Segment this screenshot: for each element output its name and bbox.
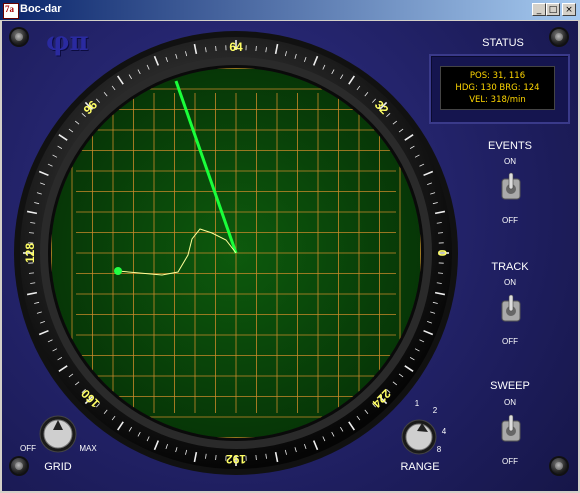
grid-off-label: OFF xyxy=(20,444,36,453)
status-title: STATUS xyxy=(482,37,524,49)
grid-knob[interactable] xyxy=(38,414,78,454)
range-option-1[interactable]: 1 xyxy=(412,399,422,408)
range-option-8[interactable]: 8 xyxy=(434,445,444,454)
status-velocity: VEL: 318/min xyxy=(469,95,526,105)
status-display: POS: 31, 116 HDG: 130 BRG: 124 VEL: 318/… xyxy=(440,66,555,110)
range-label: RANGE xyxy=(400,461,440,473)
close-button[interactable]: × xyxy=(562,3,576,16)
title-bar[interactable]: 7a Boc-dar _ □ × xyxy=(0,0,580,20)
radar-panel: φπ 64 32 0 224 192 160 128 96 STATUS POS… xyxy=(2,21,578,491)
range-option-4[interactable]: 4 xyxy=(439,427,449,436)
events-off-label: OFF xyxy=(502,216,518,225)
status-heading: HDG: 130 BRG: 124 xyxy=(455,83,540,93)
grid-label: GRID xyxy=(44,461,72,473)
maximize-button[interactable]: □ xyxy=(546,3,560,16)
events-toggle[interactable] xyxy=(500,171,522,205)
compass-label: 128 xyxy=(23,243,37,263)
track-off-label: OFF xyxy=(502,337,518,346)
sweep-off-label: OFF xyxy=(502,457,518,466)
screw-icon xyxy=(551,29,567,45)
sweep-on-label: ON xyxy=(504,398,516,407)
status-position: POS: 31, 116 xyxy=(469,71,526,81)
range-option-2[interactable]: 2 xyxy=(430,406,440,415)
track-label: TRACK xyxy=(491,261,529,273)
compass-label: 64 xyxy=(229,40,243,54)
compass-label: 0 xyxy=(435,250,449,257)
compass-label: 192 xyxy=(226,452,246,466)
app-icon[interactable]: 7a xyxy=(3,3,19,19)
target-blip xyxy=(114,267,122,275)
screw-icon xyxy=(551,458,567,474)
events-label: EVENTS xyxy=(487,140,532,152)
app-window: 7a Boc-dar _ □ × φπ 64 32 0 224 192 160 … xyxy=(0,0,580,493)
events-on-label: ON xyxy=(504,157,516,166)
sweep-toggle[interactable] xyxy=(500,413,522,447)
window-title: Boc-dar xyxy=(20,3,62,15)
status-box: POS: 31, 116 HDG: 130 BRG: 124 VEL: 318/… xyxy=(429,54,570,124)
grid-max-label: MAX xyxy=(79,444,97,453)
minimize-button[interactable]: _ xyxy=(532,3,546,16)
sweep-label: SWEEP xyxy=(490,380,530,392)
range-knob[interactable] xyxy=(400,418,438,456)
track-on-label: ON xyxy=(504,278,516,287)
track-toggle[interactable] xyxy=(500,293,522,327)
